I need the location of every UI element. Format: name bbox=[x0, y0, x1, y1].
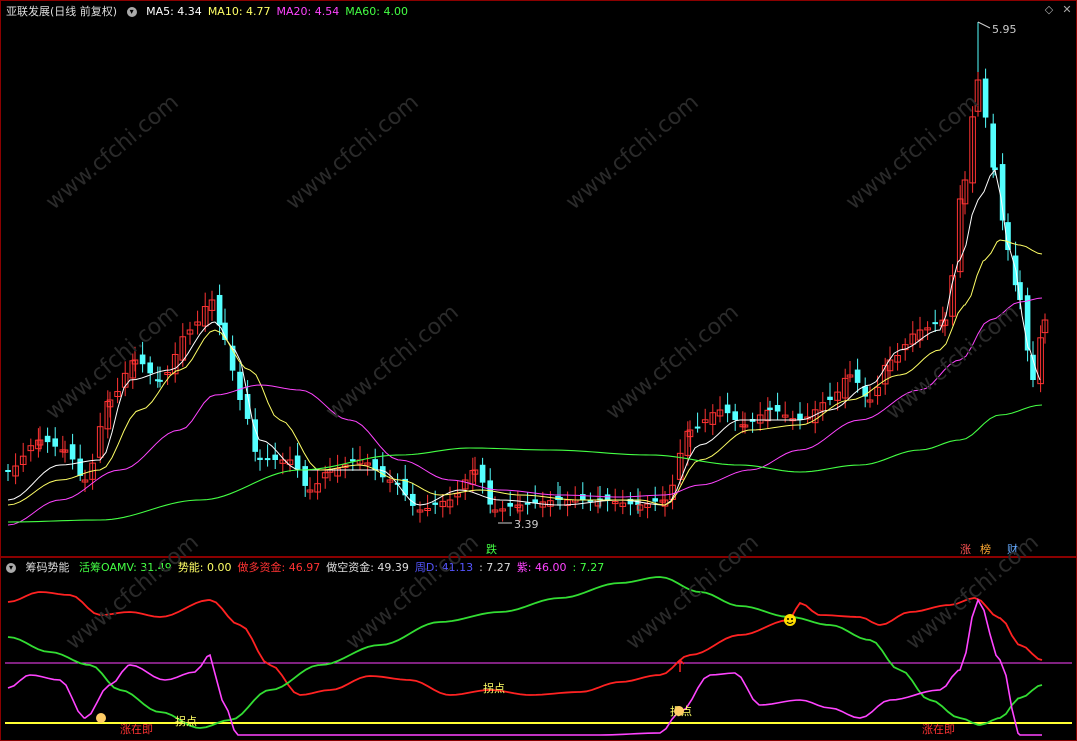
candle-body bbox=[767, 407, 773, 410]
candle-body bbox=[797, 413, 803, 420]
annotation-label: 涨在即 bbox=[922, 723, 955, 736]
candle-body bbox=[77, 458, 83, 476]
candle-body bbox=[257, 457, 263, 460]
candle-body bbox=[487, 480, 493, 505]
candle-body bbox=[774, 405, 781, 412]
tag-die[interactable]: 跌 bbox=[486, 541, 497, 557]
candle-body bbox=[580, 494, 586, 500]
smiley-icon bbox=[784, 614, 796, 626]
candle-body bbox=[69, 444, 76, 460]
high-pointer bbox=[977, 21, 991, 29]
annotation-label: 涨在即 bbox=[120, 723, 153, 736]
candle-body bbox=[732, 411, 738, 420]
purple-line bbox=[7, 598, 1042, 736]
ma20-line bbox=[7, 297, 1043, 526]
high-price-label: 5.95 bbox=[992, 23, 1017, 36]
candle-body bbox=[294, 455, 301, 470]
candle-body bbox=[724, 404, 731, 414]
candle-body bbox=[854, 369, 861, 383]
candle-body bbox=[827, 396, 833, 400]
candle-body bbox=[694, 426, 701, 429]
candle-body bbox=[302, 466, 308, 486]
hand-pointer-icon bbox=[96, 713, 106, 723]
candle-body bbox=[237, 371, 243, 400]
annotation-label: 拐点 bbox=[483, 681, 505, 695]
candle-body bbox=[1024, 295, 1031, 351]
candle-body bbox=[44, 435, 51, 443]
candle-body bbox=[5, 470, 11, 472]
candle-body bbox=[157, 379, 163, 382]
tag-cai[interactable]: 财 bbox=[1007, 541, 1018, 557]
low-price-label: 3.39 bbox=[514, 518, 539, 531]
candle-body bbox=[652, 498, 658, 502]
smiley-icon bbox=[787, 618, 789, 620]
tag-zhang[interactable]: 涨 bbox=[960, 541, 971, 557]
candle-body bbox=[147, 362, 153, 374]
candle-body bbox=[432, 502, 438, 505]
tag-bang[interactable]: 榜 bbox=[980, 541, 991, 557]
short-fund-line bbox=[7, 576, 1043, 729]
candle-body bbox=[216, 294, 223, 326]
smiley-icon bbox=[791, 618, 793, 620]
ma5-line bbox=[7, 168, 1041, 506]
up-arrow-icon bbox=[675, 658, 685, 672]
candle-body bbox=[982, 78, 989, 118]
annotation-label: 拐点 bbox=[175, 714, 197, 728]
chart-canvas[interactable]: 5.953.39拐点拐点拐点涨在即涨在即 bbox=[0, 0, 1077, 741]
candle-body bbox=[524, 502, 531, 505]
candle-body bbox=[139, 354, 146, 365]
candle-body bbox=[52, 438, 58, 447]
candle-body bbox=[932, 322, 938, 325]
candle-body bbox=[479, 464, 486, 483]
candle-body bbox=[272, 454, 278, 460]
candle-body bbox=[264, 458, 271, 461]
ma10-line bbox=[7, 239, 1043, 506]
hand-pointer-icon bbox=[674, 706, 684, 716]
candle-body bbox=[507, 502, 513, 507]
